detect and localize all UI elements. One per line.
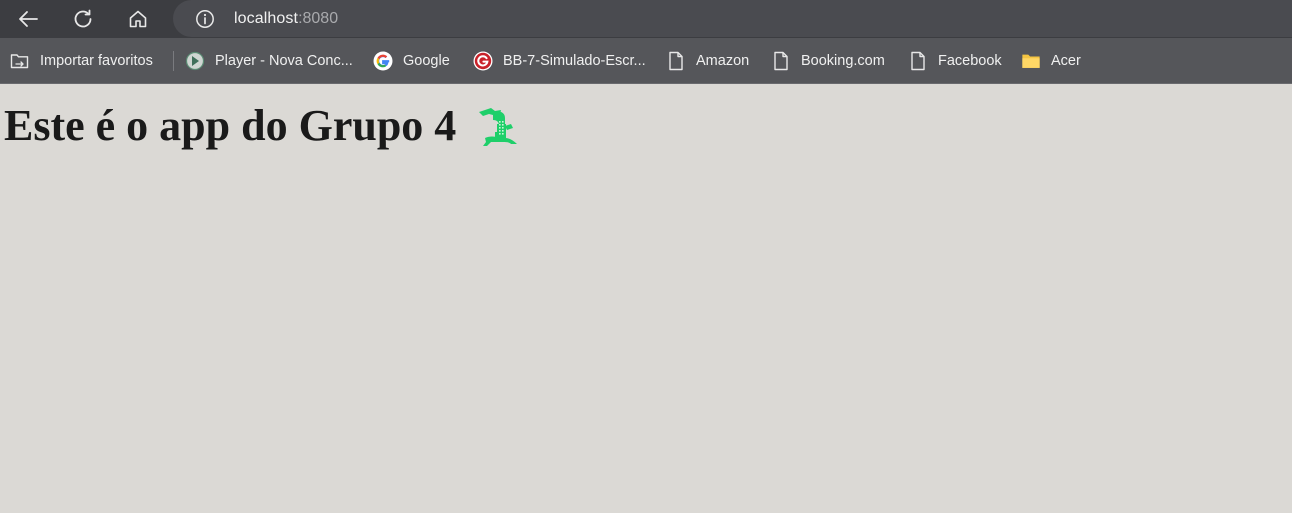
back-button[interactable] <box>8 0 48 38</box>
info-icon[interactable] <box>194 8 216 30</box>
import-bookmarks-icon <box>10 51 30 71</box>
page-heading: Este é o app do Grupo 4 <box>4 100 522 152</box>
bookmark-bb-simulado[interactable]: BB-7-Simulado-Escr... <box>473 38 646 83</box>
url-port: :8080 <box>298 9 339 27</box>
bookmark-label: Importar favoritos <box>40 52 153 69</box>
home-button[interactable] <box>118 0 158 38</box>
home-icon <box>129 10 147 28</box>
folder-icon <box>1021 51 1041 71</box>
bookmark-facebook[interactable]: Facebook <box>908 38 1002 83</box>
reload-button[interactable] <box>63 0 103 38</box>
bookmark-google[interactable]: Google <box>373 38 450 83</box>
page-content: Este é o app do Grupo 4 <box>0 84 1292 513</box>
bookmarks-bar: Importar favoritos Player - Nova Conc...… <box>0 38 1292 84</box>
g-red-favicon-icon <box>473 51 493 71</box>
bookmark-separator <box>173 51 174 71</box>
arrow-left-icon <box>19 11 38 27</box>
reload-icon <box>74 9 92 28</box>
bookmark-label: Facebook <box>938 52 1002 69</box>
bookmark-label: BB-7-Simulado-Escr... <box>503 52 646 69</box>
bookmark-label: Player - Nova Conc... <box>215 52 353 69</box>
bookmark-importar-favoritos[interactable]: Importar favoritos <box>10 38 153 83</box>
url-host: localhost <box>234 9 299 27</box>
google-icon <box>373 51 393 71</box>
page-icon <box>771 51 791 71</box>
bookmark-label: Google <box>403 52 450 69</box>
browser-toolbar: localhost:8080 <box>0 0 1292 38</box>
bookmark-label: Booking.com <box>801 52 885 69</box>
crocodile-icon <box>474 102 522 150</box>
bookmark-player[interactable]: Player - Nova Conc... <box>185 38 353 83</box>
address-bar[interactable]: localhost:8080 <box>173 0 1292 37</box>
bookmark-label: Amazon <box>696 52 750 69</box>
heading-text: Este é o app do Grupo 4 <box>4 101 457 150</box>
bookmark-label: Acer <box>1051 52 1081 69</box>
bookmark-amazon[interactable]: Amazon <box>666 38 749 83</box>
page-icon <box>908 51 928 71</box>
bookmark-booking[interactable]: Booking.com <box>771 38 885 83</box>
bookmark-folder-acer[interactable]: Acer <box>1021 38 1081 83</box>
page-icon <box>666 51 686 71</box>
player-favicon-icon <box>185 51 205 71</box>
